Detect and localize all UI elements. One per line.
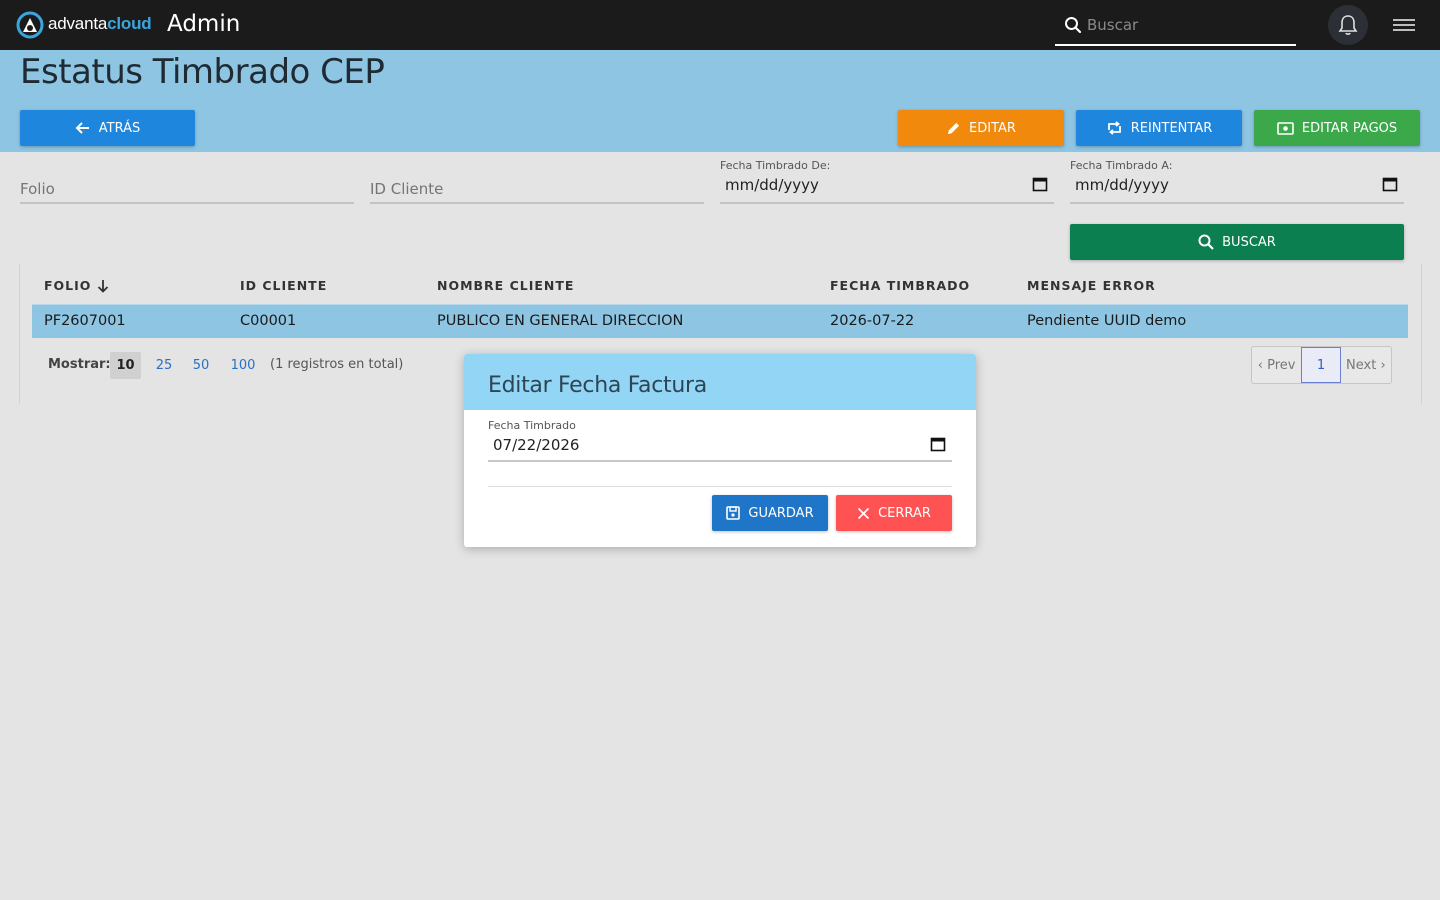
page-size-label: Mostrar: [48,357,111,372]
notifications-button[interactable] [1328,5,1368,45]
close-icon [857,507,870,519]
prev-page-button[interactable]: ‹ Prev [1252,347,1301,383]
search-button-label: BUSCAR [1222,234,1276,250]
cell-stamp-date: 2026-07-22 [830,313,915,329]
close-button-label: CERRAR [878,505,931,521]
arrow-left-icon [75,122,89,134]
retry-button[interactable]: REINTENTAR [1076,110,1242,146]
modal-title: Editar Fecha Factura [488,373,707,398]
page-button-1[interactable]: 1 [1301,347,1341,383]
date-to-label: Fecha Timbrado A: [1070,159,1173,172]
bell-icon [1338,15,1358,35]
date-to-field[interactable]: Fecha Timbrado A: mm/dd/yyyy [1070,152,1404,204]
cell-client-id: C00001 [240,313,297,329]
brand-prefix: advanta [48,14,108,33]
calendar-icon[interactable] [1032,176,1048,192]
sort-down-icon[interactable] [97,279,109,293]
edit-payments-button-label: EDITAR PAGOS [1301,120,1398,136]
pager: ‹ Prev 1 Next › [1251,346,1392,384]
global-search [1055,6,1296,46]
calendar-icon[interactable] [1382,176,1398,192]
search-input[interactable] [1087,14,1287,36]
pencil-icon [947,122,960,134]
stamp-date-value: 07/22/2026 [493,436,580,454]
top-bar: advantacloud Admin [0,0,1440,50]
brand-suffix: cloud [107,14,152,33]
edit-payments-button[interactable]: EDITAR PAGOS [1254,110,1420,146]
search-button[interactable]: BUSCAR [1070,224,1404,260]
brand-name: advantacloud [48,14,152,34]
page-size-25[interactable]: 25 [151,352,177,379]
column-header-folio-label: FOLIO [44,278,92,293]
search-icon [1065,17,1082,34]
save-button-label: GUARDAR [748,505,814,521]
section-title: Admin [167,11,241,37]
date-from-label: Fecha Timbrado De: [720,159,831,172]
column-header-error-message[interactable]: MENSAJE ERROR [1027,278,1156,293]
close-button[interactable]: CERRAR [836,495,952,531]
retry-icon [1107,121,1121,135]
cell-folio: PF2607001 [44,313,126,329]
cell-error-message: Pendiente UUID demo [1027,313,1187,329]
page-size-100[interactable]: 100 [227,352,259,379]
search-icon [1198,234,1214,250]
back-button-label: ATRÁS [98,120,141,136]
modal-divider [488,486,952,487]
next-page-button[interactable]: Next › [1341,347,1391,383]
edit-button[interactable]: EDITAR [898,110,1064,146]
column-header-folio[interactable]: FOLIO [44,278,109,293]
total-records: (1 registros en total) [270,357,404,372]
table-header: FOLIO ID CLIENTE NOMBRE CLIENTE FECHA TI… [32,270,1408,304]
folio-placeholder: Folio [20,180,55,198]
client-id-placeholder: ID Cliente [370,180,444,198]
cell-client-name: PUBLICO EN GENERAL DIRECCION [437,313,684,329]
calendar-icon[interactable] [930,436,946,452]
hamburger-menu-icon[interactable] [1393,16,1415,34]
retry-button-label: REINTENTAR [1130,120,1213,136]
table-row[interactable]: PF2607001 C00001 PUBLICO EN GENERAL DIRE… [32,304,1408,338]
folio-field[interactable]: Folio [20,152,354,204]
money-icon [1277,121,1294,135]
edit-button-label: EDITAR [969,120,1016,136]
column-header-stamp-date[interactable]: FECHA TIMBRADO [830,278,970,293]
column-header-client-id[interactable]: ID CLIENTE [240,278,327,293]
back-button[interactable]: ATRÁS [20,110,195,146]
column-header-client-name[interactable]: NOMBRE CLIENTE [437,278,574,293]
edit-date-modal: Editar Fecha Factura Fecha Timbrado 07/2… [464,354,976,547]
client-id-field[interactable]: ID Cliente [370,152,704,204]
modal-header: Editar Fecha Factura [464,354,976,410]
save-icon [726,506,741,520]
page-title: Estatus Timbrado CEP [20,52,385,92]
date-from-field[interactable]: Fecha Timbrado De: mm/dd/yyyy [720,152,1054,204]
page-size-50[interactable]: 50 [188,352,214,379]
advantacloud-logo-icon[interactable] [16,11,44,39]
stamp-date-label: Fecha Timbrado [488,419,576,432]
page-size-10[interactable]: 10 [110,352,141,379]
save-button[interactable]: GUARDAR [712,495,828,531]
date-to-value: mm/dd/yyyy [1075,176,1169,194]
date-from-value: mm/dd/yyyy [725,176,819,194]
stamp-date-field[interactable]: Fecha Timbrado 07/22/2026 [488,410,952,462]
